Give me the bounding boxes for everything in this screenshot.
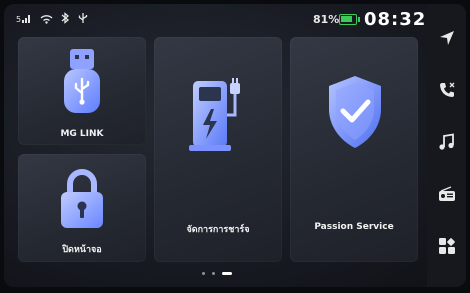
phone-icon (439, 82, 454, 97)
mg-link-tile[interactable]: MG LINK (18, 37, 146, 145)
page-dot[interactable] (202, 272, 205, 275)
navigation-icon (439, 31, 454, 45)
page-dot-active[interactable] (222, 272, 232, 275)
wifi-icon (40, 13, 53, 28)
bluetooth-icon (61, 12, 70, 28)
sidebar-item-navigation[interactable] (427, 18, 466, 58)
battery-percentage: 81% (313, 13, 340, 26)
sidebar-item-phone[interactable] (427, 70, 466, 110)
infotainment-screen: 5 81% 08:32 MG LINK ปิดหน้าจอ จัดการการช… (4, 4, 466, 287)
charging-management-tile[interactable]: จัดการการชาร์จ (154, 37, 282, 262)
battery-icon (339, 14, 360, 25)
clock: 08:32 (364, 9, 427, 30)
usb-icon (78, 12, 88, 28)
sidebar-item-radio[interactable] (427, 174, 466, 214)
radio-icon (438, 186, 455, 201)
page-indicator (202, 272, 232, 275)
passion-service-tile[interactable]: Passion Service (290, 37, 418, 262)
apps-icon (438, 238, 455, 254)
music-icon (438, 133, 454, 150)
charging-management-label: จัดการการชาร์จ (186, 225, 250, 235)
signal-icon: 5 (16, 13, 32, 28)
page-dot[interactable] (212, 272, 215, 275)
svg-text:5: 5 (16, 15, 21, 24)
quick-launch-sidebar (427, 4, 466, 287)
padlock-icon (58, 166, 106, 236)
usb-drive-icon (59, 47, 105, 121)
passion-service-label: Passion Service (314, 222, 394, 232)
status-bar: 5 81% 08:32 (4, 4, 427, 36)
ev-charger-icon (187, 75, 249, 159)
lock-screen-tile[interactable]: ปิดหน้าจอ (18, 154, 146, 262)
shield-check-icon (324, 73, 386, 155)
sidebar-item-music[interactable] (427, 122, 466, 162)
sidebar-item-apps[interactable] (427, 226, 466, 266)
lock-screen-label: ปิดหน้าจอ (62, 245, 102, 255)
mg-link-label: MG LINK (60, 129, 104, 139)
